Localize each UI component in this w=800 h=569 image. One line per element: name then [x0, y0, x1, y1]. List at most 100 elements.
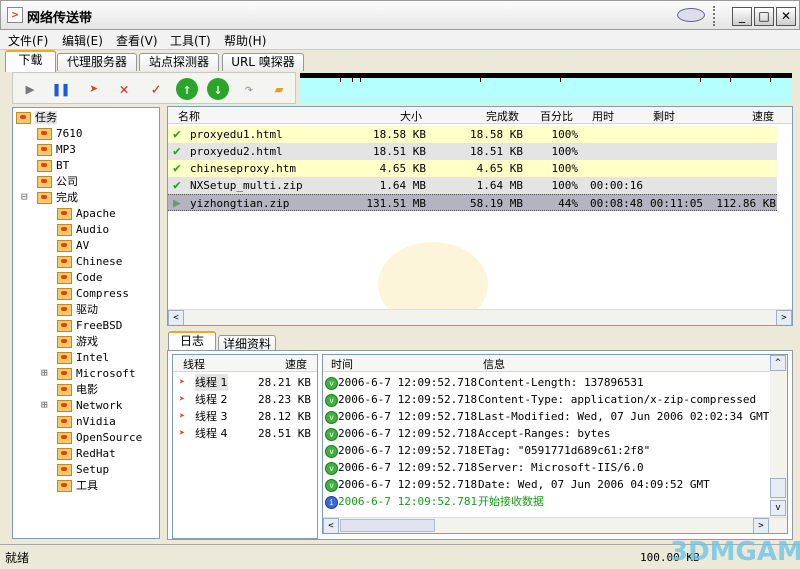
tree-item[interactable]: 公司 [37, 174, 78, 190]
tree-item[interactable]: RedHat [57, 446, 116, 462]
col-done[interactable]: 完成数 [486, 108, 519, 124]
col-name[interactable]: 名称 [178, 108, 200, 124]
scroll-up-button[interactable]: ^ [770, 355, 786, 371]
menu-file[interactable]: 文件(F) [8, 32, 48, 49]
tab-site-probe[interactable]: 站点探测器 [139, 53, 219, 71]
resume-icon[interactable]: ➤ [83, 78, 105, 100]
tree-item[interactable]: 游戏 [57, 334, 98, 350]
tree-item[interactable]: 驱动 [57, 302, 98, 318]
scroll-down-button[interactable]: v [770, 500, 786, 516]
cell-done: 4.65 KB [476, 162, 523, 175]
tab-url-sniffer[interactable]: URL 嗅探器 [222, 53, 304, 71]
menu-help[interactable]: 帮助(H) [224, 32, 266, 49]
collapse-toggle-icon[interactable]: ⊟ [21, 190, 28, 203]
tree-item[interactable]: Network [57, 398, 122, 414]
thread-name: 线程 4 [195, 427, 228, 440]
task-icon [16, 112, 31, 124]
log-row[interactable]: v 2006-6-7 12:09:52.718Date: Wed, 07 Jun … [325, 476, 710, 493]
tree-item[interactable]: FreeBSD [57, 318, 122, 334]
download-row[interactable]: ▶ yizhongtian.zip 131.51 MB 58.19 MB 44% 00:0… [168, 194, 777, 211]
tree-item[interactable]: Microsoft [57, 366, 136, 382]
log-row[interactable]: i 2006-6-7 12:09:52.781开始接收数据 [325, 493, 544, 510]
thread-row[interactable]: ➤ 线程 2 28.23 KB [173, 391, 317, 408]
move-down-icon[interactable]: ↓ [207, 78, 229, 100]
menu-tools[interactable]: 工具(T) [170, 32, 211, 49]
tree-item[interactable]: Chinese [57, 254, 122, 270]
tree-item-label: Intel [76, 351, 110, 364]
thread-row[interactable]: ➤ 线程 3 28.12 KB [173, 408, 317, 425]
tree-item[interactable]: 7610 [37, 126, 83, 142]
start-icon[interactable]: ▶ [19, 78, 41, 100]
cell-size: 4.65 KB [379, 162, 426, 175]
folder-icon [57, 448, 72, 460]
col-percent[interactable]: 百分比 [540, 108, 573, 124]
tree-root[interactable]: 任务 [16, 110, 57, 126]
close-button[interactable]: ✕ [776, 7, 796, 26]
log-row[interactable]: v 2006-6-7 12:09:52.718Server: Microsoft-… [325, 459, 644, 476]
col-size[interactable]: 大小 [400, 108, 422, 124]
log-row[interactable]: v 2006-6-7 12:09:52.718Last-Modified: Wed… [325, 408, 769, 425]
log-row[interactable]: v 2006-6-7 12:09:52.718Content-Length: 13… [325, 374, 644, 391]
menu-view[interactable]: 查看(V) [116, 32, 158, 49]
col-thread[interactable]: 线程 [183, 356, 205, 372]
scroll-right-button[interactable]: > [776, 310, 792, 325]
menu-edit[interactable]: 编辑(E) [62, 32, 103, 49]
download-row[interactable]: ✔ proxyedu1.html 18.58 KB 18.58 KB 100% [168, 126, 777, 143]
log-hscroll-thumb[interactable] [340, 519, 435, 532]
download-row[interactable]: ✔ NXSetup_multi.zip 1.64 MB 1.64 MB 100% 00:0… [168, 177, 777, 194]
col-thread-speed[interactable]: 速度 [285, 356, 307, 372]
delete-icon[interactable]: ✕ [113, 78, 135, 100]
tree-item-label: nVidia [76, 415, 116, 428]
log-scroll-right[interactable]: > [753, 518, 769, 533]
log-row[interactable]: v 2006-6-7 12:09:52.718Content-Type: appl… [325, 391, 756, 408]
tree-item[interactable]: Apache [57, 206, 116, 222]
thread-speed: 28.51 KB [258, 427, 311, 440]
tree-item[interactable]: Intel [57, 350, 109, 366]
tree-item[interactable]: MP3 [37, 142, 76, 158]
maximize-button[interactable]: □ [754, 7, 774, 26]
tree-item[interactable]: Audio [57, 222, 109, 238]
log-row[interactable]: v 2006-6-7 12:09:52.718ETag: "0591771d689… [325, 442, 650, 459]
col-speed[interactable]: 速度 [752, 108, 774, 124]
tab-proxy[interactable]: 代理服务器 [57, 53, 137, 71]
folder-icon[interactable]: ▰ [268, 78, 290, 100]
tree-item[interactable]: Code [57, 270, 103, 286]
thread-row[interactable]: ➤ 线程 4 28.51 KB [173, 425, 317, 442]
tree-item[interactable]: 电影 [57, 382, 98, 398]
scroll-thumb[interactable] [770, 478, 786, 498]
thread-icon: ➤ [179, 377, 186, 388]
tree-item[interactable]: OpenSource [57, 430, 142, 446]
log-row[interactable]: v 2006-6-7 12:09:52.718Accept-Ranges: byt… [325, 425, 610, 442]
open-icon[interactable]: ↷ [238, 78, 260, 100]
check-icon[interactable]: ✓ [145, 78, 167, 100]
minimize-button[interactable]: _ [732, 7, 752, 26]
title-bar[interactable]: > 网络传送带 _ □ ✕ [0, 0, 800, 30]
tree-item[interactable]: BT [37, 158, 69, 174]
log-hscrollbar[interactable]: < > [323, 517, 787, 533]
col-elapsed[interactable]: 用时 [592, 108, 614, 124]
scroll-left-button[interactable]: < [168, 310, 184, 325]
tab-download[interactable]: 下载 [5, 50, 56, 72]
col-time[interactable]: 时间 [331, 356, 353, 372]
tree-item-label: 驱动 [76, 303, 98, 316]
tree-item[interactable]: nVidia [57, 414, 116, 430]
thread-row[interactable]: ➤ 线程 1 28.21 KB [173, 374, 317, 391]
expand-toggle-icon[interactable]: ⊞ [41, 366, 48, 379]
list-hscrollbar[interactable]: < > [168, 309, 792, 325]
tree-item[interactable]: 工具 [57, 478, 98, 494]
expand-toggle-icon[interactable]: ⊞ [41, 398, 48, 411]
tab-details[interactable]: 详细资料 [218, 335, 276, 351]
log-scroll-left[interactable]: < [323, 518, 339, 533]
move-up-icon[interactable]: ↑ [176, 78, 198, 100]
tree-item[interactable]: Compress [57, 286, 129, 302]
pause-icon[interactable]: ❚❚ [50, 78, 72, 100]
tree-item[interactable]: Setup [57, 462, 109, 478]
col-remaining[interactable]: 剩时 [653, 108, 675, 124]
download-row[interactable]: ✔ proxyedu2.html 18.51 KB 18.51 KB 100% [168, 143, 777, 160]
tree-item-complete[interactable]: 完成 [37, 190, 78, 206]
log-vscrollbar[interactable]: ^ v [770, 355, 787, 517]
download-row[interactable]: ✔ chineseproxy.htm 4.65 KB 4.65 KB 100% [168, 160, 777, 177]
col-info[interactable]: 信息 [483, 356, 505, 372]
tab-log[interactable]: 日志 [168, 331, 216, 351]
tree-item[interactable]: AV [57, 238, 89, 254]
